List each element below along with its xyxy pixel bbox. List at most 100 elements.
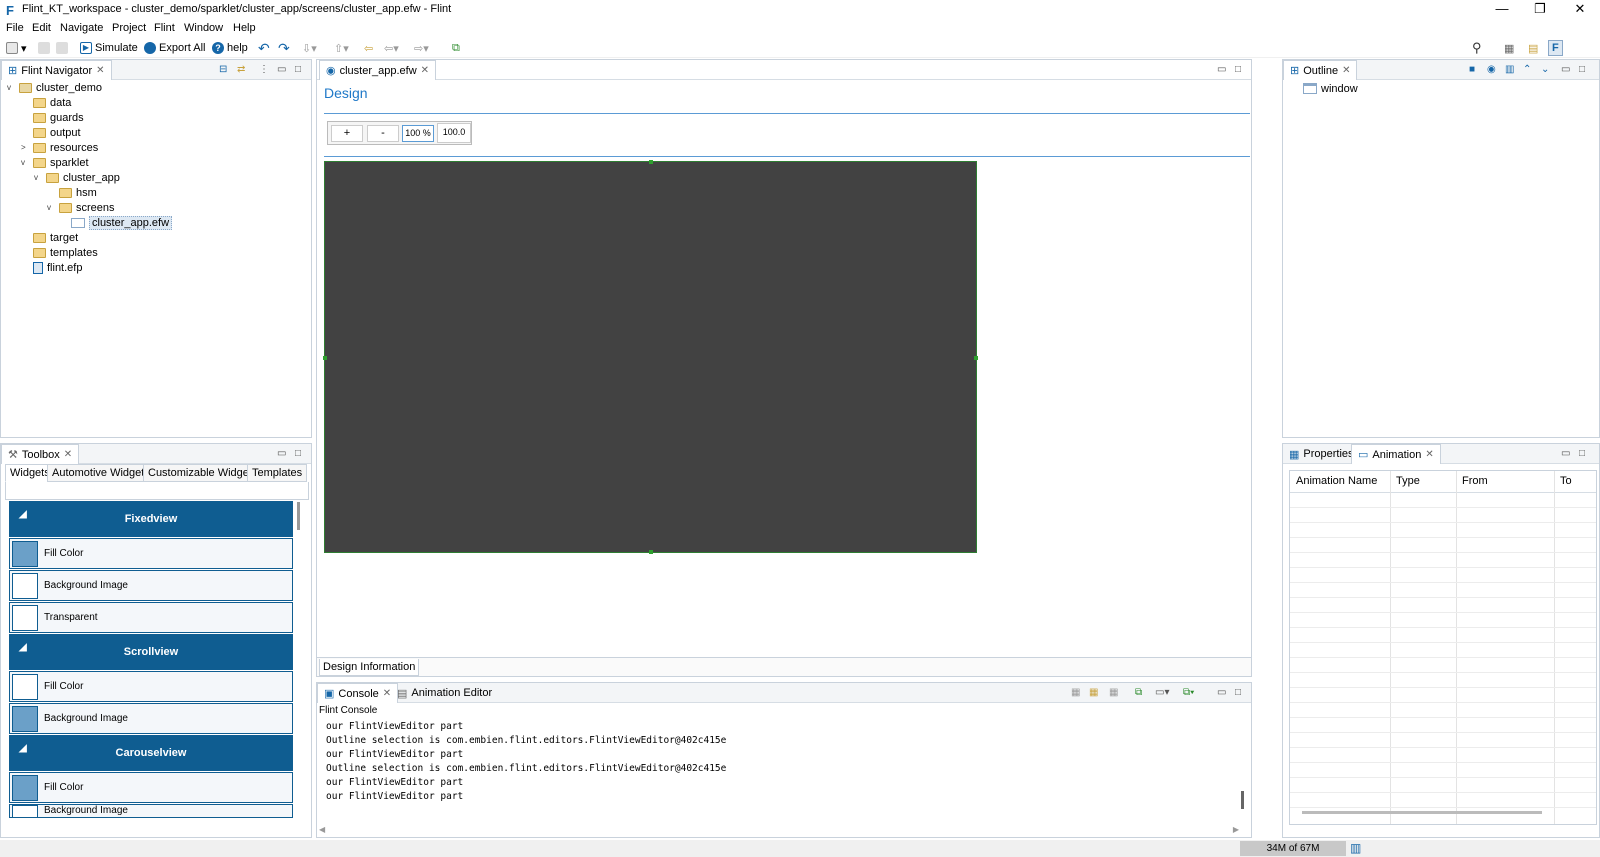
maximize-icon[interactable]: □ <box>1579 64 1585 75</box>
tree-item-templates[interactable]: templates <box>33 245 98 260</box>
zoom-percent-field[interactable]: 100 % <box>402 125 434 142</box>
resource-perspective-icon[interactable]: ▤ <box>1528 40 1538 56</box>
pin-console-icon[interactable]: ⧉ <box>1135 687 1142 698</box>
tab-automotive-widgets[interactable]: Automotive Widgets <box>47 464 155 482</box>
link-editor-icon[interactable]: ⇄ <box>237 64 245 75</box>
tree-item-resources[interactable]: > resources <box>21 140 98 155</box>
outline-item-window[interactable]: window <box>1303 81 1358 96</box>
minimize-button[interactable]: — <box>1484 0 1520 20</box>
minimize-icon[interactable]: ▭ <box>1561 64 1570 75</box>
minimize-icon[interactable]: ▭ <box>1217 64 1226 75</box>
tree-item-flint-efp[interactable]: flint.efp <box>33 260 82 275</box>
resize-handle[interactable] <box>649 160 653 164</box>
widget-fixedview-background-image[interactable]: Background Image <box>9 570 293 601</box>
tab-outline[interactable]: ⊞ Outline ✕ <box>1283 60 1358 80</box>
move-up-icon[interactable]: ⌃ <box>1523 64 1531 75</box>
help-button[interactable]: ? help <box>212 40 248 56</box>
tree-item-output[interactable]: output <box>33 125 81 140</box>
forward-icon[interactable]: ⇨▾ <box>414 40 429 56</box>
tab-console[interactable]: ▣ Console ✕ <box>317 683 399 703</box>
menu-window[interactable]: Window <box>184 22 223 34</box>
design-canvas-window[interactable] <box>323 160 978 554</box>
restore-button[interactable]: ❐ <box>1522 0 1558 20</box>
column-type[interactable]: Type <box>1396 475 1420 487</box>
zoom-value-field[interactable]: 100.0 <box>437 123 471 143</box>
minimize-icon[interactable]: ▭ <box>1217 687 1226 698</box>
close-icon[interactable]: ✕ <box>383 688 391 699</box>
scroll-lock-icon[interactable]: ▦ <box>1089 687 1098 698</box>
maximize-icon[interactable]: □ <box>295 64 301 75</box>
widget-carouselview-fill-color[interactable]: Fill Color <box>9 772 293 803</box>
tree-item-cluster-app[interactable]: v cluster_app <box>34 170 120 185</box>
category-fixedview[interactable]: ◢ Fixedview <box>9 501 293 537</box>
tab-toolbox[interactable]: ⚒ Toolbox ✕ <box>1 444 80 464</box>
close-icon[interactable]: ✕ <box>1425 449 1433 460</box>
tab-animation[interactable]: ▭ Animation ✕ <box>1351 444 1441 464</box>
minimize-icon[interactable]: ▭ <box>277 448 286 459</box>
close-window-button[interactable]: ✕ <box>1560 0 1600 20</box>
tab-templates[interactable]: Templates <box>247 464 308 482</box>
save-icon[interactable] <box>38 40 50 56</box>
collapse-all-icon[interactable]: ⊟ <box>219 64 227 75</box>
maximize-icon[interactable]: □ <box>1235 64 1241 75</box>
tree-item-data[interactable]: data <box>33 95 71 110</box>
simulate-button[interactable]: ▶ Simulate <box>80 40 138 56</box>
new-icon[interactable]: ▾ <box>6 40 27 56</box>
close-icon[interactable]: ✕ <box>64 449 72 460</box>
maximize-icon[interactable]: □ <box>1235 687 1241 698</box>
category-scrollview[interactable]: ◢ Scrollview <box>9 634 293 670</box>
tab-cluster-app-efw[interactable]: ◉ cluster_app.efw ✕ <box>319 60 437 80</box>
tab-customizable-widgets[interactable]: Customizable Widgets <box>143 464 263 482</box>
tree-item-cluster-app-efw[interactable]: cluster_app.efw <box>71 215 173 230</box>
delete-icon[interactable]: ▥ <box>1505 64 1514 75</box>
undo-icon[interactable]: ↶ <box>258 40 270 56</box>
prev-annotation-icon[interactable]: ⇧▾ <box>334 40 349 56</box>
menu-navigate[interactable]: Navigate <box>60 22 103 34</box>
column-animation-name[interactable]: Animation Name <box>1296 475 1377 487</box>
console-hscrollbar[interactable]: ◀ ▶ <box>319 825 1239 835</box>
last-edit-icon[interactable]: ⇦ <box>364 40 373 56</box>
eye-icon[interactable]: ◉ <box>1487 64 1496 75</box>
tab-design-information[interactable]: Design Information <box>319 659 420 676</box>
widget-scrollview-background-image[interactable]: Background Image <box>9 703 293 734</box>
flint-perspective-icon[interactable]: F <box>1548 40 1563 56</box>
garbage-collect-icon[interactable]: ▥ <box>1350 841 1361 855</box>
display-console-icon[interactable]: ▭▾ <box>1155 687 1169 698</box>
tree-item-cluster-demo[interactable]: v cluster_demo <box>7 80 102 95</box>
back-icon[interactable]: ⇦▾ <box>384 40 399 56</box>
minimize-icon[interactable]: ▭ <box>1561 448 1570 459</box>
menu-file[interactable]: File <box>6 22 24 34</box>
tab-flint-navigator[interactable]: ⊞ Flint Navigator ✕ <box>1 60 112 80</box>
tree-item-hsm[interactable]: hsm <box>59 185 97 200</box>
widget-fixedview-fill-color[interactable]: Fill Color <box>9 538 293 569</box>
column-from[interactable]: From <box>1462 475 1488 487</box>
export-all-button[interactable]: Export All <box>144 40 205 56</box>
word-wrap-icon[interactable]: ▦ <box>1109 687 1118 698</box>
save-all-icon[interactable] <box>56 40 68 56</box>
widget-carouselview-background-image[interactable]: Background Image <box>9 804 293 818</box>
column-to[interactable]: To <box>1560 475 1572 487</box>
resize-handle[interactable] <box>974 356 978 360</box>
widget-fixedview-transparent[interactable]: Transparent <box>9 602 293 633</box>
move-down-icon[interactable]: ⌄ <box>1541 64 1549 75</box>
category-carouselview[interactable]: ◢ Carouselview <box>9 735 293 771</box>
widget-scrollview-fill-color[interactable]: Fill Color <box>9 671 293 702</box>
resize-handle[interactable] <box>323 356 327 360</box>
redo-icon[interactable]: ↷ <box>278 40 290 56</box>
animation-hscroll-thumb[interactable] <box>1302 811 1542 814</box>
open-console-icon[interactable]: ⧉▾ <box>1183 687 1194 698</box>
lock-icon[interactable]: ■ <box>1469 64 1475 75</box>
console-vscroll-thumb[interactable] <box>1241 791 1244 809</box>
menu-project[interactable]: Project <box>112 22 146 34</box>
search-icon[interactable]: ⚲ <box>1472 40 1482 56</box>
open-perspective-icon[interactable]: ⧉ <box>452 40 460 56</box>
menu-flint[interactable]: Flint <box>154 22 175 34</box>
tab-properties[interactable]: ▦ Properties <box>1283 444 1360 464</box>
tree-item-target[interactable]: target <box>33 230 78 245</box>
layout-icon[interactable]: ▦ <box>1504 40 1514 56</box>
toolbox-scrollbar-thumb[interactable] <box>297 502 300 530</box>
close-icon[interactable]: ✕ <box>96 65 104 76</box>
maximize-icon[interactable]: □ <box>1579 448 1585 459</box>
tab-animation-editor[interactable]: ▤ Animation Editor <box>391 683 498 703</box>
clear-console-icon[interactable]: ▦ <box>1071 687 1080 698</box>
